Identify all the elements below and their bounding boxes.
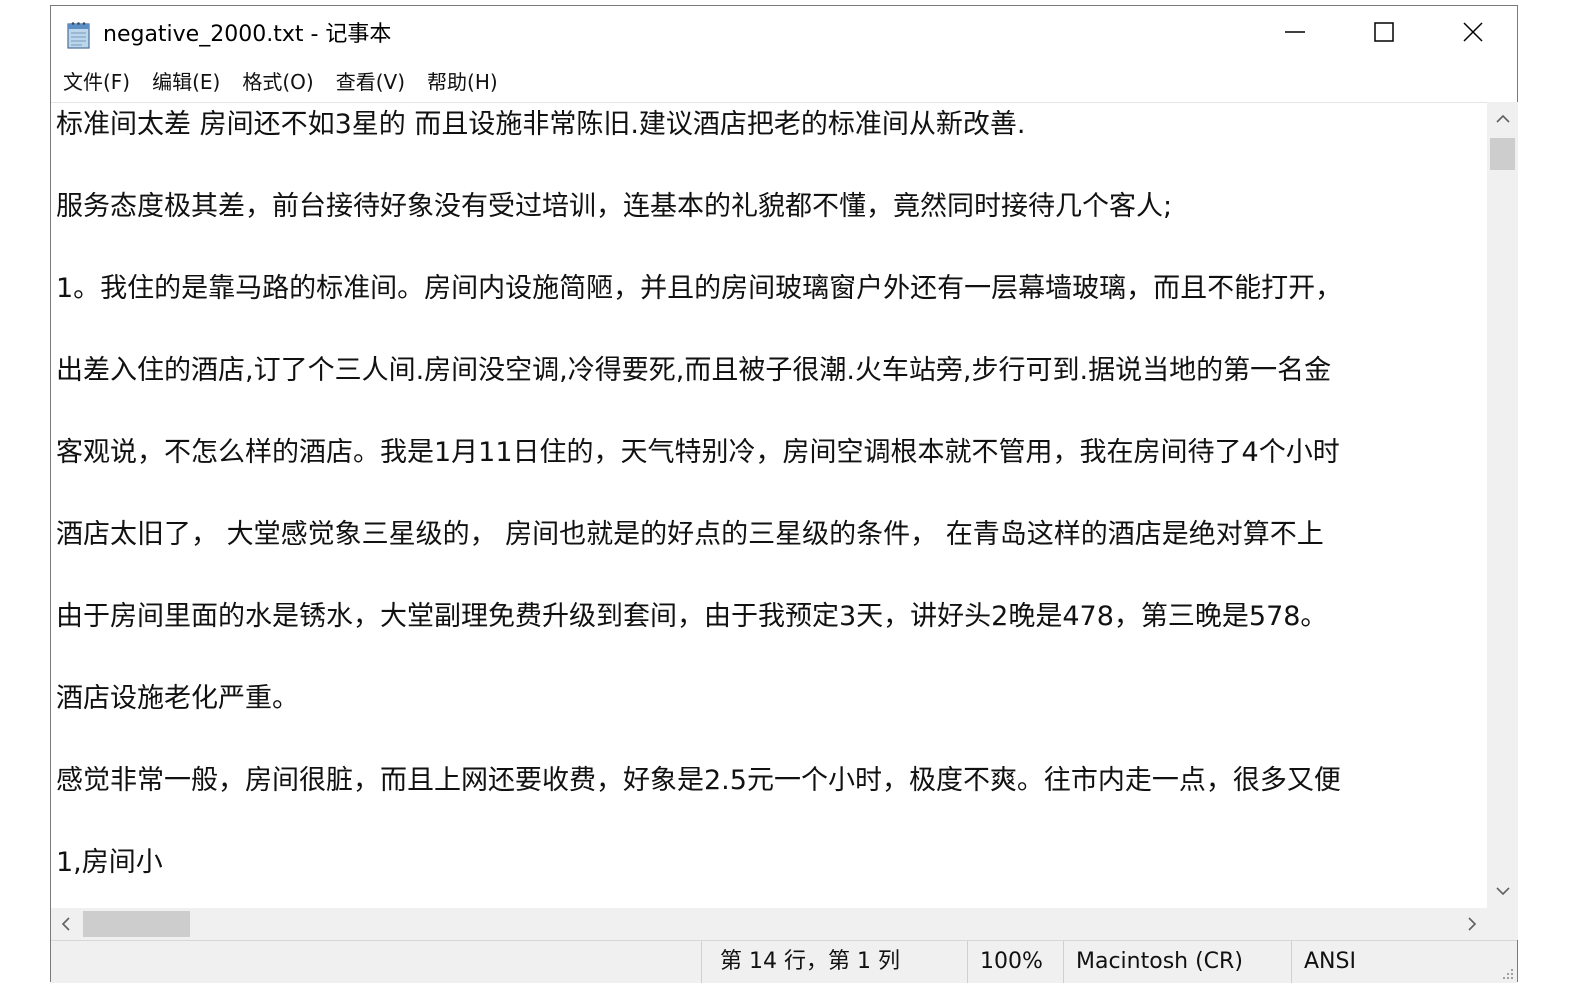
scroll-up-arrow-icon[interactable] <box>1487 102 1518 136</box>
resize-grip-icon[interactable] <box>1499 965 1515 981</box>
horizontal-scrollbar[interactable] <box>51 908 1487 940</box>
maximize-button[interactable] <box>1340 6 1428 62</box>
scrollbar-corner <box>1487 908 1518 940</box>
scroll-down-arrow-icon[interactable] <box>1487 874 1518 908</box>
maximize-icon <box>1373 21 1395 47</box>
cursor-position: 第 14 行，第 1 列 <box>701 941 967 983</box>
close-icon <box>1462 21 1484 47</box>
vertical-scroll-thumb[interactable] <box>1490 138 1515 170</box>
horizontal-scroll-thumb[interactable] <box>83 911 190 937</box>
text-line: 酒店太旧了， 大堂感觉象三星级的， 房间也就是的好点的三星级的条件， 在青岛这样… <box>56 519 1324 550</box>
minimize-icon <box>1284 21 1306 47</box>
menu-view[interactable]: 查看(V) <box>324 64 405 100</box>
text-line: 服务态度极其差，前台接待好象没有受过培训，连基本的礼貌都不懂，竟然同时接待几个客… <box>56 191 1173 222</box>
menu-file[interactable]: 文件(F) <box>51 64 130 100</box>
status-bar: 第 14 行，第 1 列 100% Macintosh (CR) ANSI <box>51 940 1517 983</box>
close-button[interactable] <box>1429 6 1517 62</box>
text-line: 标准间太差 房间还不如3星的 而且设施非常陈旧.建议酒店把老的标准间从新改善. <box>56 109 1026 140</box>
menu-format[interactable]: 格式(O) <box>230 64 313 100</box>
minimize-button[interactable] <box>1251 6 1339 62</box>
notepad-icon <box>66 21 91 49</box>
text-editor[interactable]: 标准间太差 房间还不如3星的 而且设施非常陈旧.建议酒店把老的标准间从新改善. … <box>51 102 1487 909</box>
scroll-right-arrow-icon[interactable] <box>1457 908 1487 940</box>
text-line: 1。我住的是靠马路的标准间。房间内设施简陋，并且的房间玻璃窗户外还有一层幕墙玻璃… <box>56 273 1343 304</box>
text-line: 客观说，不怎么样的酒店。我是1月11日住的，天气特别冷，房间空调根本就不管用，我… <box>56 437 1340 468</box>
scroll-left-arrow-icon[interactable] <box>51 908 81 940</box>
title-bar[interactable]: negative_2000.txt - 记事本 <box>51 6 1517 62</box>
window-title: negative_2000.txt - 记事本 <box>103 22 392 47</box>
text-line: 由于房间里面的水是锈水，大堂副理免费升级到套间，由于我预定3天，讲好头2晚是47… <box>56 601 1328 632</box>
text-line: 酒店设施老化严重。 <box>56 683 299 714</box>
text-line: 1,房间小 <box>56 847 163 878</box>
menu-edit[interactable]: 编辑(E) <box>140 64 220 100</box>
notepad-window: negative_2000.txt - 记事本 文件(F) 编辑(E) 格式(O… <box>50 5 1518 983</box>
menu-bar: 文件(F) 编辑(E) 格式(O) 查看(V) 帮助(H) <box>51 64 1517 100</box>
text-line: 出差入住的酒店,订了个三人间.房间没空调,冷得要死,而且被子很潮.火车站旁,步行… <box>56 355 1332 386</box>
zoom-level: 100% <box>967 941 1063 983</box>
encoding: ANSI <box>1291 941 1517 983</box>
menu-help[interactable]: 帮助(H) <box>415 64 498 100</box>
line-ending: Macintosh (CR) <box>1063 941 1291 983</box>
vertical-scrollbar[interactable] <box>1487 102 1518 908</box>
text-line: 感觉非常一般，房间很脏，而且上网还要收费，好象是2.5元一个小时，极度不爽。往市… <box>56 765 1341 796</box>
